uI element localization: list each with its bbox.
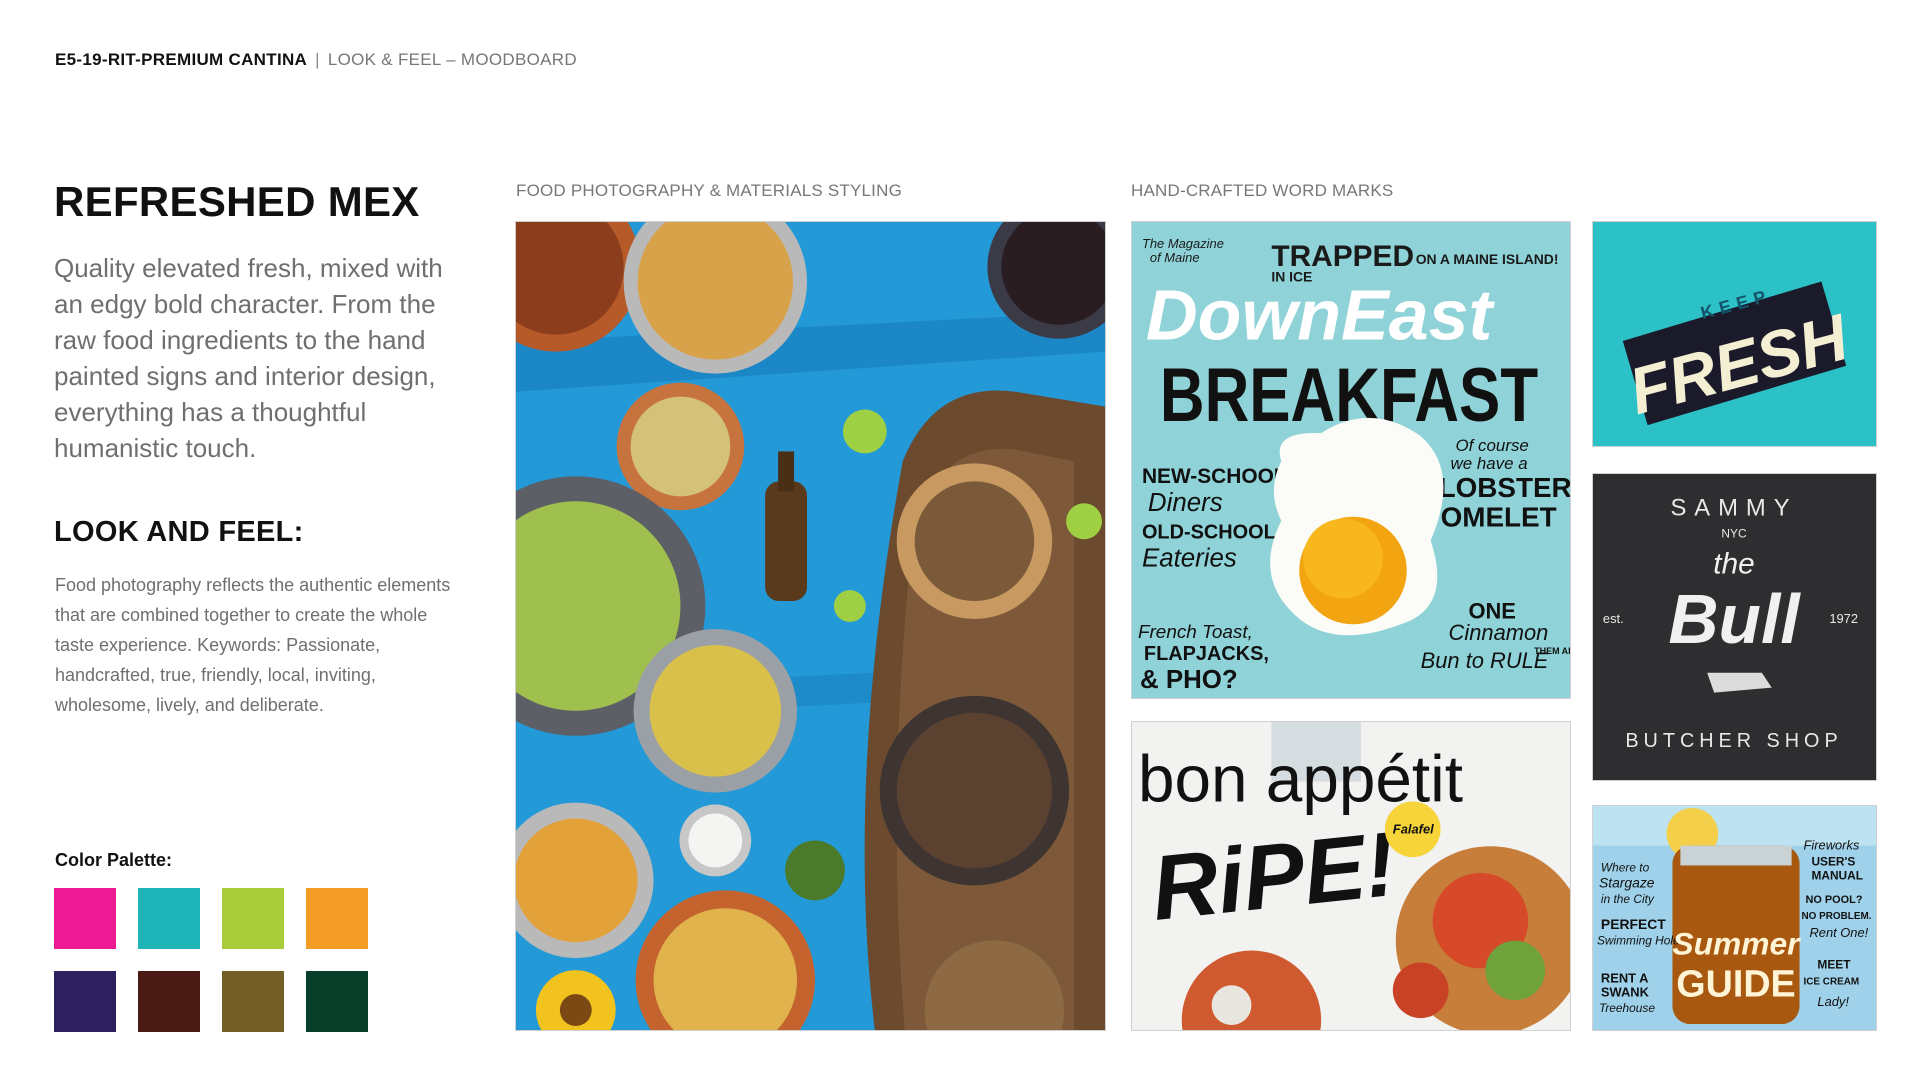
downeast-lobster: LOBSTER	[1439, 472, 1570, 503]
butcher-shop-text: BUTCHER SHOP	[1625, 730, 1842, 752]
look-feel-heading: LOOK AND FEEL:	[54, 516, 304, 548]
color-palette	[54, 888, 394, 1032]
downeast-bun: Bun to RULE	[1421, 648, 1549, 673]
downeast-tag-2: of Maine	[1150, 250, 1200, 265]
color-swatch	[222, 971, 284, 1032]
sammy-text: SAMMY	[1670, 495, 1797, 522]
falafel-text: Falafel	[1393, 821, 1434, 836]
no-problem-text: NO PROBLEM.	[1802, 911, 1872, 922]
downeast-diners: Diners	[1148, 489, 1223, 517]
downeast-cover-art: The Magazine of Maine TRAPPED IN ICE ON …	[1132, 222, 1570, 698]
no-pool-text: NO POOL?	[1805, 894, 1862, 906]
downeast-old-school: OLD-SCHOOL	[1142, 522, 1276, 544]
swank-text: SWANK	[1601, 984, 1650, 999]
keep-fresh-wordmark: KEEP FRESH	[1592, 221, 1877, 447]
fireworks-text: Fireworks	[1804, 838, 1860, 853]
the-bull-art: SAMMY NYC the Bull est. 1972 BUTCHER SHO…	[1593, 474, 1876, 780]
rent-a-text: RENT A	[1601, 970, 1648, 985]
look-feel-body: Food photography reflects the authentic …	[55, 575, 451, 715]
downeast-eateries: Eateries	[1142, 545, 1237, 573]
color-palette-label: Color Palette:	[55, 850, 173, 870]
perfect-text: PERFECT	[1601, 916, 1666, 932]
concept-intro: Quality elevated fresh, mixed with an ed…	[54, 253, 443, 463]
meet-text: MEET	[1817, 958, 1851, 972]
downeast-them-all: THEM ALL!	[1534, 646, 1570, 656]
caption-word-marks: HAND-CRAFTED WORD MARKS	[1131, 181, 1394, 200]
bon-appetit-cover: bon appétit RiPE! Falafel	[1131, 721, 1571, 1031]
lady-text: Lady!	[1817, 994, 1849, 1009]
project-code: E5-19-RIT-PREMIUM CANTINA	[55, 50, 308, 69]
in-city-text: in the City	[1601, 892, 1655, 906]
bon-appetit-art: bon appétit RiPE! Falafel	[1132, 722, 1570, 1030]
swimming-text: Swimming Hole	[1597, 934, 1680, 948]
concept-title: REFRESHED MEX	[54, 178, 420, 225]
color-swatch	[138, 888, 200, 949]
where-text: Where to	[1601, 860, 1650, 874]
manual-text: MANUAL	[1811, 868, 1863, 882]
downeast-we-have-a: we have a	[1451, 454, 1528, 473]
food-photo-art	[516, 222, 1105, 1030]
summer-guide-wordmark: Where to Stargaze in the City PERFECT Sw…	[1592, 805, 1877, 1031]
ice-cream-text: ICE CREAM	[1804, 976, 1860, 987]
downeast-french-toast: French Toast,	[1138, 622, 1253, 643]
downeast-pho: & PHO?	[1140, 666, 1238, 694]
caption-food-photography: FOOD PHOTOGRAPHY & MATERIALS STYLING	[516, 181, 902, 200]
stargaze-text: Stargaze	[1599, 874, 1655, 890]
section-title: LOOK & FEEL – MOODBOARD	[327, 50, 577, 69]
downeast-masthead: DownEast	[1146, 275, 1496, 355]
downeast-cinnamon: Cinnamon	[1449, 620, 1549, 645]
guide-text: GUIDE	[1676, 962, 1795, 1004]
downeast-omelet: OMELET	[1441, 502, 1557, 533]
color-swatch	[54, 888, 116, 949]
nyc-text: NYC	[1721, 527, 1747, 541]
bull-text: Bull	[1668, 580, 1801, 658]
downeast-tag-1: The Magazine	[1142, 236, 1224, 251]
header-separator: |	[315, 50, 320, 69]
downeast-flapjacks: FLAPJACKS,	[1144, 643, 1269, 665]
downeast-of-course: Of course	[1456, 436, 1529, 455]
color-swatch	[306, 888, 368, 949]
color-swatch	[222, 888, 284, 949]
color-swatch	[306, 971, 368, 1032]
downeast-new-school: NEW-SCHOOL	[1142, 465, 1287, 488]
year-text: 1972	[1829, 611, 1858, 626]
downeast-cover: The Magazine of Maine TRAPPED IN ICE ON …	[1131, 221, 1571, 699]
est-text: est.	[1603, 611, 1624, 626]
the-bull-wordmark: SAMMY NYC the Bull est. 1972 BUTCHER SHO…	[1592, 473, 1877, 781]
the-text: the	[1713, 547, 1754, 580]
color-swatch	[138, 971, 200, 1032]
page-header: E5-19-RIT-PREMIUM CANTINA | LOOK & FEEL – …	[55, 50, 577, 70]
color-swatch	[54, 971, 116, 1032]
downeast-maine-island: ON A MAINE ISLAND!	[1416, 251, 1559, 267]
treehouse-text: Treehouse	[1599, 1001, 1655, 1015]
food-photo	[515, 221, 1106, 1031]
summer-text: Summer	[1672, 926, 1801, 962]
rent-one-text: Rent One!	[1809, 925, 1868, 940]
users-text: USER'S	[1811, 854, 1855, 868]
keep-fresh-art: KEEP FRESH	[1593, 222, 1876, 446]
summer-guide-art: Where to Stargaze in the City PERFECT Sw…	[1593, 806, 1876, 1030]
